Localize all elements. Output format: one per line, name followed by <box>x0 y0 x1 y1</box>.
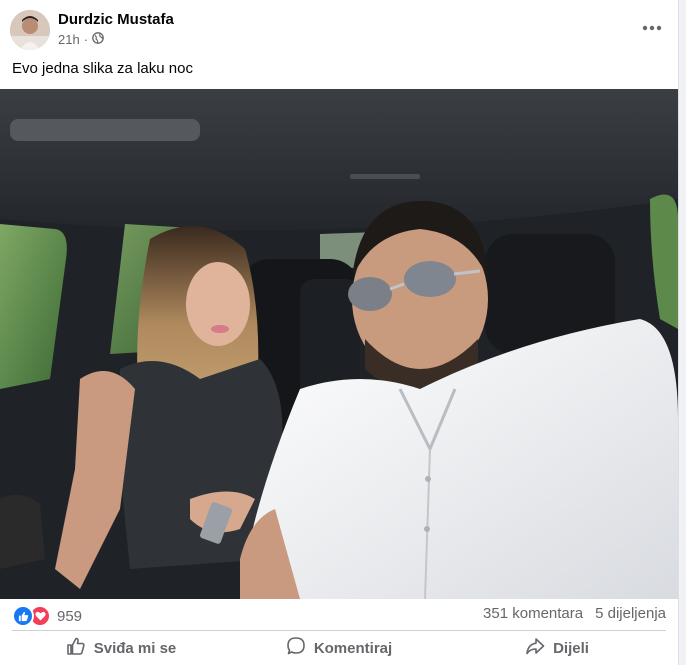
post-caption: Evo jedna slika za laku noc <box>12 60 193 77</box>
post-photo[interactable] <box>0 89 678 599</box>
globe-icon[interactable] <box>92 32 104 47</box>
post-card: Durdzic Mustafa 21h · Evo jedna slika za… <box>0 0 679 665</box>
post-stats: 959 351 komentara 5 dijeljenja <box>12 605 666 627</box>
author-name[interactable]: Durdzic Mustafa <box>58 11 174 28</box>
like-button[interactable]: Sviđa mi se <box>12 633 230 663</box>
like-icon <box>12 605 34 627</box>
more-horizontal-icon[interactable] <box>638 16 666 40</box>
share-count[interactable]: 5 dijeljenja <box>595 605 666 622</box>
reaction-summary[interactable]: 959 <box>12 605 82 627</box>
meta-separator: · <box>83 32 89 47</box>
stats-divider <box>12 630 666 631</box>
post-meta: 21h · <box>58 32 104 47</box>
share-button[interactable]: Dijeli <box>448 633 666 663</box>
comment-count[interactable]: 351 komentara <box>483 605 583 622</box>
comment-button[interactable]: Komentiraj <box>230 633 448 663</box>
share-icon <box>525 636 545 660</box>
post-header: Durdzic Mustafa 21h · <box>10 10 670 50</box>
comment-icon <box>286 636 306 660</box>
thumbs-up-icon <box>66 636 86 660</box>
engagement-counts: 351 komentara 5 dijeljenja <box>483 605 666 622</box>
reaction-count[interactable]: 959 <box>57 608 82 625</box>
post-actions: Sviđa mi se Komentiraj Dijeli <box>12 632 666 664</box>
comment-label: Komentiraj <box>313 639 393 657</box>
avatar[interactable] <box>10 10 50 50</box>
post-time[interactable]: 21h <box>58 32 80 47</box>
share-label: Dijeli <box>553 639 589 657</box>
like-label: Sviđa mi se <box>93 639 177 657</box>
